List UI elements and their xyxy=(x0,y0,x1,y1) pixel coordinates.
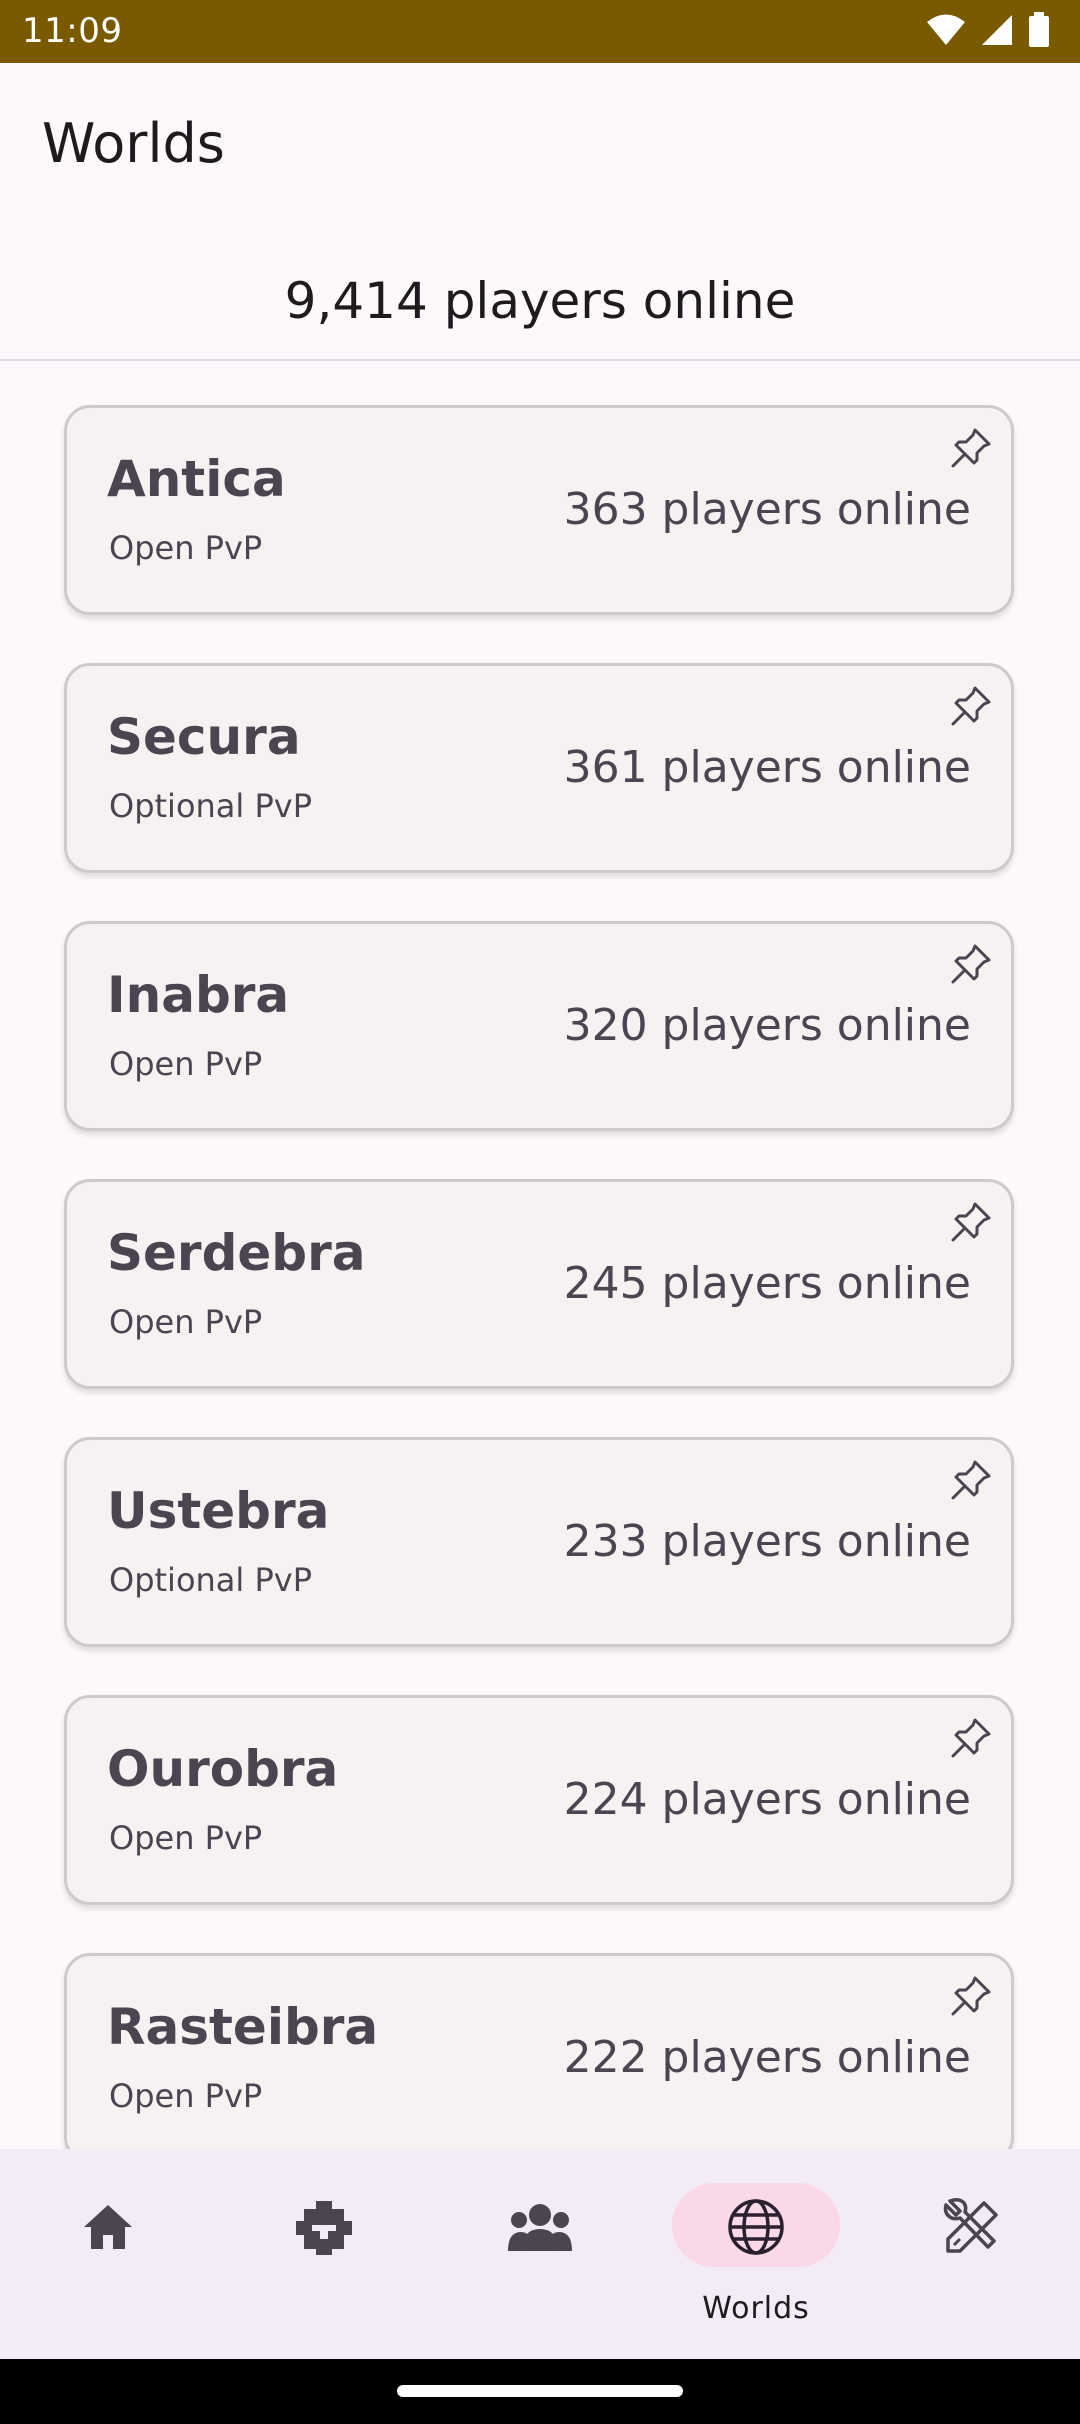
world-players-online: 224 players online xyxy=(563,1774,971,1825)
world-name: Secura xyxy=(107,708,301,766)
status-bar: 11:09 xyxy=(0,0,1080,63)
world-players-online: 245 players online xyxy=(563,1258,971,1309)
world-pvp-type: Open PvP xyxy=(109,2077,263,2115)
world-card[interactable]: Serdebra Open PvP 245 players online xyxy=(64,1179,1014,1389)
pin-icon[interactable] xyxy=(947,682,995,730)
world-players-online: 363 players online xyxy=(563,484,971,535)
home-icon xyxy=(84,2205,132,2249)
nav-item-group[interactable] xyxy=(432,2149,648,2359)
total-players-online: 9,414 players online xyxy=(284,272,796,330)
world-pvp-type: Open PvP xyxy=(109,1045,263,1083)
pin-icon[interactable] xyxy=(947,1198,995,1246)
world-card[interactable]: Secura Optional PvP 361 players online xyxy=(64,663,1014,873)
bottom-navigation: Worlds xyxy=(0,2149,1080,2359)
world-card[interactable]: Ourobra Open PvP 224 players online xyxy=(64,1695,1014,1905)
world-pvp-type: Open PvP xyxy=(109,1819,263,1857)
world-players-online: 222 players online xyxy=(563,2032,971,2083)
world-players-online: 320 players online xyxy=(563,1000,971,1051)
world-name: Serdebra xyxy=(107,1224,366,1282)
pin-icon[interactable] xyxy=(947,1972,995,2020)
page-title: Worlds xyxy=(42,112,225,175)
group-icon xyxy=(508,2204,572,2251)
world-pvp-type: Optional PvP xyxy=(109,1561,312,1599)
nav-item-worlds[interactable]: Worlds xyxy=(648,2149,864,2359)
world-name: Rasteibra xyxy=(107,1998,379,2056)
globe-icon xyxy=(728,2199,784,2255)
pin-icon[interactable] xyxy=(947,1456,995,1504)
battery-icon xyxy=(1029,12,1049,47)
nav-item-home[interactable] xyxy=(0,2149,216,2359)
world-pvp-type: Optional PvP xyxy=(109,787,312,825)
gesture-handle[interactable] xyxy=(397,2385,683,2397)
world-players-online: 361 players online xyxy=(563,742,971,793)
status-icons xyxy=(926,12,1050,48)
signal-icon xyxy=(982,15,1012,45)
world-pvp-type: Open PvP xyxy=(109,1303,263,1341)
world-list[interactable]: Antica Open PvP 363 players online Secur… xyxy=(0,361,1080,2149)
system-gesture-bar xyxy=(0,2359,1080,2424)
world-card[interactable]: Inabra Open PvP 320 players online xyxy=(64,921,1014,1131)
tools-icon xyxy=(943,2197,998,2253)
status-time: 11:09 xyxy=(22,11,123,51)
puzzle-icon xyxy=(296,2201,352,2255)
pin-icon[interactable] xyxy=(947,424,995,472)
world-card[interactable]: Antica Open PvP 363 players online xyxy=(64,405,1014,615)
nav-item-puzzle[interactable] xyxy=(216,2149,432,2359)
world-name: Antica xyxy=(107,450,286,508)
pin-icon[interactable] xyxy=(947,1714,995,1762)
world-card[interactable]: Ustebra Optional PvP 233 players online xyxy=(64,1437,1014,1647)
pin-icon[interactable] xyxy=(947,940,995,988)
world-name: Inabra xyxy=(107,966,290,1024)
world-name: Ustebra xyxy=(107,1482,330,1540)
world-pvp-type: Open PvP xyxy=(109,529,263,567)
nav-item-tools[interactable] xyxy=(864,2149,1080,2359)
world-name: Ourobra xyxy=(107,1740,339,1798)
nav-label-worlds: Worlds xyxy=(702,2291,810,2326)
world-players-online: 233 players online xyxy=(563,1516,971,1567)
world-card[interactable]: Rasteibra Open PvP 222 players online xyxy=(64,1953,1014,2149)
wifi-icon xyxy=(927,14,965,45)
